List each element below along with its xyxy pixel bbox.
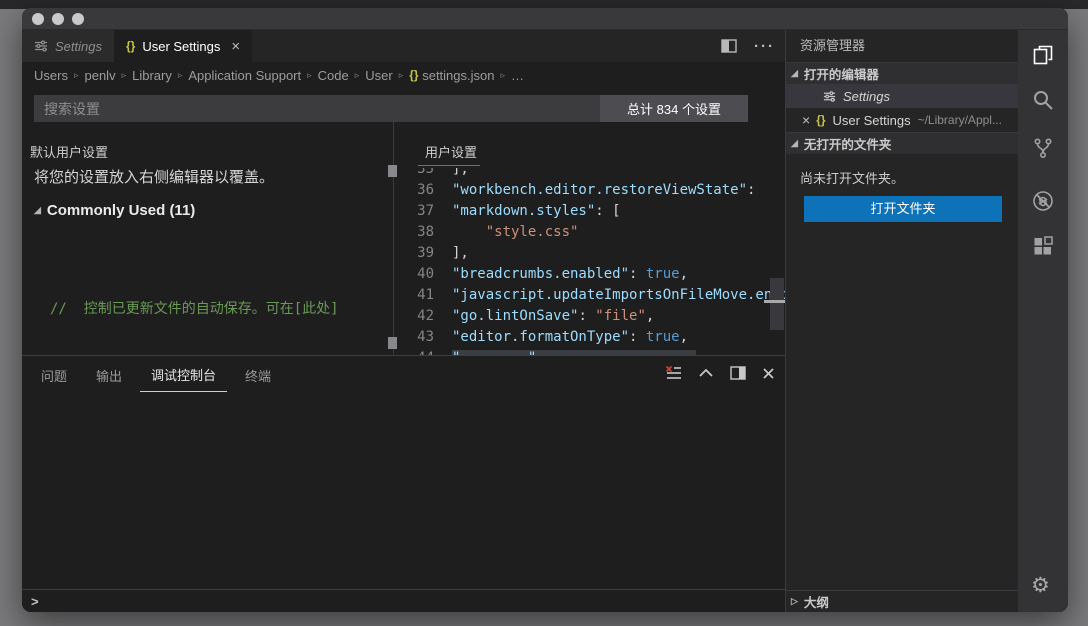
override-notice: 将您的设置放入右侧编辑器以覆盖。 (34, 166, 274, 187)
explorer-sidebar: 资源管理器 ◢打开的编辑器 Settings × {} User Setting… (785, 30, 1018, 612)
tab-bar: Settings {} User Settings × ··· (22, 30, 785, 62)
pane-sash[interactable] (393, 122, 394, 355)
tab-user-settings[interactable]: {} User Settings × (114, 30, 252, 62)
tune-icon (823, 90, 836, 103)
open-folder-button[interactable]: 打开文件夹 (804, 196, 1002, 222)
breadcrumb-separator-icon: ▹ (301, 70, 318, 81)
code-line: 35], (402, 168, 785, 179)
json-braces-icon: {} (816, 113, 825, 127)
open-editors-section-header[interactable]: ◢打开的编辑器 (786, 62, 1018, 84)
search-icon[interactable] (1031, 88, 1055, 112)
breadcrumb-separator-icon: ▹ (349, 70, 366, 81)
explorer-icon[interactable] (1031, 43, 1055, 67)
item-label: Settings (843, 89, 890, 104)
sidebar-title: 资源管理器 (786, 30, 1018, 62)
twistie-icon: ◢ (791, 138, 798, 149)
tab-settings[interactable]: Settings (22, 30, 114, 62)
code-line: 39], (402, 242, 785, 263)
tab-label: Settings (55, 39, 102, 54)
breadcrumb-item[interactable]: Application Support (188, 68, 301, 83)
tab-label: User Settings (142, 39, 220, 54)
comment-line: // 控制已更新文件的自动保存。可在[此处] (50, 296, 395, 322)
panel-tab-problems[interactable]: 问题 (30, 357, 78, 392)
breadcrumb-separator-icon: ▹ (393, 70, 410, 81)
breadcrumb-item[interactable]: Library (132, 68, 172, 83)
code-line: 37"markdown.styles": [ (402, 200, 785, 221)
twistie-icon: ◢ (34, 205, 41, 215)
json-braces-icon: {} (126, 39, 135, 53)
code-line: 43"editor.formatOnType": true, (402, 326, 785, 347)
commonly-used-group-header[interactable]: ◢Commonly Used (11) (34, 202, 195, 219)
code-line: 44"……………………" (402, 347, 785, 355)
sash-handle[interactable] (388, 337, 397, 349)
breadcrumb-separator-icon: ▹ (172, 70, 189, 81)
clear-console-icon[interactable] (665, 365, 682, 381)
close-icon[interactable]: × (802, 112, 810, 128)
editor-scrollbar[interactable] (770, 278, 784, 330)
breadcrumb-separator-icon: ▹ (116, 70, 133, 81)
traffic-light-zoom-button[interactable] (72, 13, 84, 25)
panel-tab-debug-console[interactable]: 调试控制台 (140, 356, 227, 392)
vscode-window: Settings {} User Settings × ··· (22, 8, 1068, 612)
close-icon[interactable] (762, 367, 775, 380)
breadcrumb-item[interactable]: Code (318, 68, 349, 83)
settings-count-badge: 总计 834 个设置 (600, 95, 748, 122)
twistie-icon: ▷ (791, 596, 798, 607)
default-settings-code[interactable]: // 控制已更新文件的自动保存。可在[此处] (https://code.vis… (50, 244, 395, 355)
user-settings-editor[interactable]: 35], 36"workbench.editor.restoreViewStat… (402, 168, 785, 355)
debug-disabled-icon[interactable] (1031, 189, 1055, 213)
close-icon[interactable]: × (231, 38, 240, 55)
breadcrumb-item[interactable]: Users (34, 68, 68, 83)
activity-bar: ⚙ (1018, 30, 1068, 612)
extensions-icon[interactable] (1031, 234, 1055, 258)
prompt-chevron-icon: > (31, 594, 39, 609)
code-line: 41"javascript.updateImportsOnFileMove.en… (402, 284, 785, 305)
tune-icon (34, 39, 48, 53)
bottom-panel: 问题 输出 调试控制台 终端 (22, 355, 785, 612)
code-line: 42"go.lintOnSave": "file", (402, 305, 785, 326)
outline-section-header[interactable]: ▷大纲 (786, 590, 1018, 612)
breadcrumb: Users ▹ penlv ▹ Library ▹ Application Su… (22, 62, 785, 88)
twistie-icon: ◢ (791, 68, 798, 79)
user-settings-header: 用户设置 (425, 142, 477, 161)
open-editor-item-settings[interactable]: Settings (786, 84, 1018, 108)
more-actions-icon[interactable]: ··· (754, 38, 775, 55)
default-settings-header: 默认用户设置 (30, 142, 108, 161)
breadcrumb-item[interactable]: User (365, 68, 392, 83)
title-bar[interactable] (22, 8, 1068, 30)
editor-area: Settings {} User Settings × ··· (22, 30, 785, 612)
no-folder-message: 尚未打开文件夹。 (800, 168, 1004, 187)
user-settings-header-underline (418, 165, 480, 166)
scrollbar-position-mark (764, 300, 785, 303)
code-line: 38 "style.css" (402, 221, 785, 242)
item-path: ~/Library/Appl... (918, 113, 1002, 127)
split-editor-icon[interactable] (721, 39, 737, 53)
breadcrumb-item[interactable]: … (511, 68, 524, 83)
json-braces-icon: {} (409, 68, 418, 82)
breadcrumb-item[interactable]: penlv (84, 68, 115, 83)
open-editor-item-user-settings[interactable]: × {} User Settings ~/Library/Appl... (786, 108, 1018, 132)
traffic-light-close-button[interactable] (32, 13, 44, 25)
breadcrumb-separator-icon: ▹ (68, 70, 85, 81)
maximize-panel-icon[interactable] (730, 366, 746, 380)
traffic-light-minimize-button[interactable] (52, 13, 64, 25)
sash-handle[interactable] (388, 165, 397, 177)
debug-console-input[interactable]: > (22, 589, 785, 612)
panel-tab-terminal[interactable]: 终端 (234, 357, 282, 392)
gear-icon[interactable]: ⚙ (1031, 574, 1055, 598)
breadcrumb-separator-icon: ▹ (494, 70, 511, 81)
settings-editor: 总计 834 个设置 默认用户设置 将您的设置放入右侧编辑器以覆盖。 ◢Comm… (22, 88, 785, 355)
chevron-up-icon[interactable] (698, 368, 714, 378)
code-line: 40"breadcrumbs.enabled": true, (402, 263, 785, 284)
breadcrumb-item[interactable]: settings.json (422, 68, 494, 83)
item-label: User Settings (833, 113, 911, 128)
source-control-icon[interactable] (1031, 136, 1055, 160)
no-folder-section-header[interactable]: ◢无打开的文件夹 (786, 132, 1018, 154)
code-line: 36"workbench.editor.restoreViewState": (402, 179, 785, 200)
panel-tab-output[interactable]: 输出 (85, 357, 133, 392)
